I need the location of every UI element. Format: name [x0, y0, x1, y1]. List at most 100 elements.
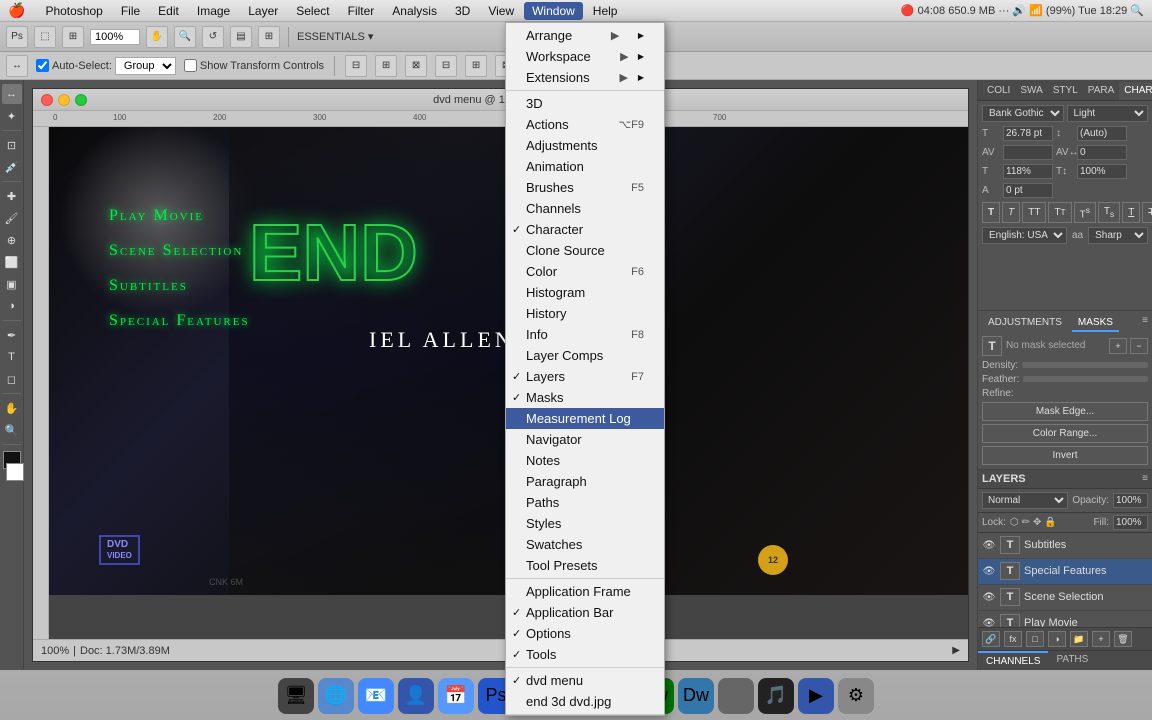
menu-measurement-log[interactable]: Measurement Log — [506, 408, 664, 429]
antialiasing-dropdown[interactable]: Sharp — [1088, 227, 1148, 244]
menu-paths[interactable]: Paths — [506, 492, 664, 513]
layers-list[interactable]: 👁 T Subtitles 👁 T Special Features 👁 T S… — [978, 533, 1152, 628]
menu-tool-presets[interactable]: Tool Presets — [506, 555, 664, 576]
menu-application-frame[interactable]: Application Frame — [506, 581, 664, 602]
bold-btn[interactable]: T — [982, 202, 1000, 223]
hscale-input[interactable] — [1003, 164, 1053, 179]
menu-arrange[interactable]: Arrange ▶ — [506, 25, 664, 46]
hand-tool[interactable]: ✋ — [146, 26, 168, 48]
dock-contacts[interactable]: 👤 — [398, 678, 434, 714]
tab-character[interactable]: CHARACTER — [1119, 82, 1152, 100]
tab-paths[interactable]: PATHS — [1048, 651, 1096, 670]
layer-item-subtitles[interactable]: 👁 T Subtitles — [978, 533, 1152, 559]
menu-help[interactable]: Help — [585, 2, 626, 20]
crop-tool[interactable]: ⊡ — [2, 135, 22, 155]
hand-tool[interactable]: ✋ — [2, 398, 22, 418]
mask-delete-btn[interactable]: − — [1130, 338, 1148, 354]
menu-workspace[interactable]: Workspace ▶ — [506, 46, 664, 67]
align-center-btn[interactable]: ⊞ — [375, 55, 397, 77]
shape-tool[interactable]: ◻ — [2, 369, 22, 389]
menu-dvd-menu[interactable]: dvd menu — [506, 670, 664, 691]
screen-mode-btn[interactable]: ⬚ — [34, 26, 56, 48]
menu-analysis[interactable]: Analysis — [384, 2, 445, 20]
ps-logo-btn[interactable]: Ps — [6, 26, 28, 48]
align-top-btn[interactable]: ⊟ — [435, 55, 457, 77]
eraser-tool[interactable]: ⬜ — [2, 252, 22, 272]
menu-actions[interactable]: Actions ⌥F9 — [506, 114, 664, 135]
menu-layer-comps[interactable]: Layer Comps — [506, 345, 664, 366]
font-style-dropdown[interactable]: Light — [1067, 105, 1149, 122]
view-extras-btn[interactable]: ⊞ — [62, 26, 84, 48]
menu-swatches[interactable]: Swatches — [506, 534, 664, 555]
tab-masks[interactable]: MASKS — [1072, 315, 1119, 332]
dock-mail[interactable]: 📧 — [358, 678, 394, 714]
lock-transparent-icon[interactable]: ⬡ — [1010, 517, 1019, 528]
dock-safari[interactable]: 🌐 — [318, 678, 354, 714]
tab-swa[interactable]: SWA — [1015, 82, 1047, 100]
dock-dreamweaver[interactable]: Dw — [678, 678, 714, 714]
lock-all-icon[interactable]: 🔒 — [1044, 517, 1056, 528]
menu-window[interactable]: Window — [524, 2, 583, 20]
layer-eye-play-movie[interactable]: 👁 — [982, 616, 996, 627]
layer-new-btn[interactable]: + — [1092, 631, 1110, 647]
menu-layer[interactable]: Layer — [240, 2, 286, 20]
tab-channels[interactable]: CHANNELS — [978, 651, 1048, 670]
tab-styl[interactable]: STYL — [1048, 82, 1083, 100]
tab-coli[interactable]: COLI — [982, 82, 1015, 100]
adj-panel-collapse[interactable]: ≡ — [1142, 315, 1148, 332]
dock-itunes[interactable]: 🎵 — [758, 678, 794, 714]
layer-link-btn[interactable]: 🔗 — [982, 631, 1000, 647]
healing-brush-tool[interactable]: ✚ — [2, 186, 22, 206]
arrange-btn[interactable]: ⊞ — [258, 26, 280, 48]
selection-tool[interactable]: ↔ — [2, 84, 22, 104]
menu-info[interactable]: Info F8 — [506, 324, 664, 345]
magic-wand-tool[interactable]: ✦ — [2, 106, 22, 126]
menu-file[interactable]: File — [113, 2, 148, 20]
menu-paragraph[interactable]: Paragraph — [506, 471, 664, 492]
layer-delete-btn[interactable]: 🗑 — [1114, 631, 1132, 647]
layer-eye-scene-selection[interactable]: 👁 — [982, 590, 996, 604]
apple-menu[interactable]: 🍎 — [8, 2, 25, 19]
auto-select-dropdown[interactable]: Group — [115, 57, 176, 75]
zoom-tool[interactable]: 🔍 — [174, 26, 196, 48]
menu-history[interactable]: History — [506, 303, 664, 324]
pen-tool[interactable]: ✒ — [2, 325, 22, 345]
menu-notes[interactable]: Notes — [506, 450, 664, 471]
brush-tool[interactable]: 🖌 — [2, 208, 22, 228]
menu-channels[interactable]: Channels — [506, 198, 664, 219]
menu-application-bar[interactable]: Application Bar — [506, 602, 664, 623]
eyedropper-tool[interactable]: 💉 — [2, 157, 22, 177]
dock-calendar[interactable]: 📅 — [438, 678, 474, 714]
menu-brushes[interactable]: Brushes F5 — [506, 177, 664, 198]
maximize-btn[interactable] — [75, 94, 87, 106]
layer-eye-special-features[interactable]: 👁 — [982, 564, 996, 578]
menu-options[interactable]: Options — [506, 623, 664, 644]
mask-edge-btn[interactable]: Mask Edge... — [982, 402, 1148, 421]
layer-mask-btn[interactable]: □ — [1026, 631, 1044, 647]
language-dropdown[interactable]: English: USA — [982, 227, 1067, 244]
dodge-tool[interactable]: ◑ — [2, 296, 22, 316]
gradient-tool[interactable]: ▣ — [2, 274, 22, 294]
menu-styles[interactable]: Styles — [506, 513, 664, 534]
strikethrough-btn[interactable]: T — [1142, 202, 1152, 223]
zoom-input[interactable]: 100% — [90, 29, 140, 45]
menu-end-3d-dvd[interactable]: end 3d dvd.jpg — [506, 691, 664, 712]
color-range-btn[interactable]: Color Range... — [982, 424, 1148, 443]
menu-character[interactable]: Character — [506, 219, 664, 240]
feather-bar[interactable] — [1023, 376, 1148, 382]
move-tool-icon[interactable]: ↔ — [6, 55, 28, 77]
baseline-input[interactable] — [1003, 183, 1053, 198]
smallcaps-btn[interactable]: TT — [1048, 202, 1071, 223]
font-size-input[interactable] — [1003, 126, 1053, 141]
align-left-btn[interactable]: ⊟ — [345, 55, 367, 77]
menu-histogram[interactable]: Histogram — [506, 282, 664, 303]
menu-3d[interactable]: 3D — [506, 93, 664, 114]
menu-color[interactable]: Color F6 — [506, 261, 664, 282]
align-right-btn[interactable]: ⊠ — [405, 55, 427, 77]
layer-eye-subtitles[interactable]: 👁 — [982, 538, 996, 552]
tab-adjustments[interactable]: ADJUSTMENTS — [982, 315, 1068, 332]
menu-photoshop[interactable]: Photoshop — [37, 2, 110, 20]
clone-stamp-tool[interactable]: ⊕ — [2, 230, 22, 250]
lock-position-icon[interactable]: ✥ — [1033, 517, 1041, 528]
scroll-indicator[interactable]: ▶ — [952, 645, 960, 656]
